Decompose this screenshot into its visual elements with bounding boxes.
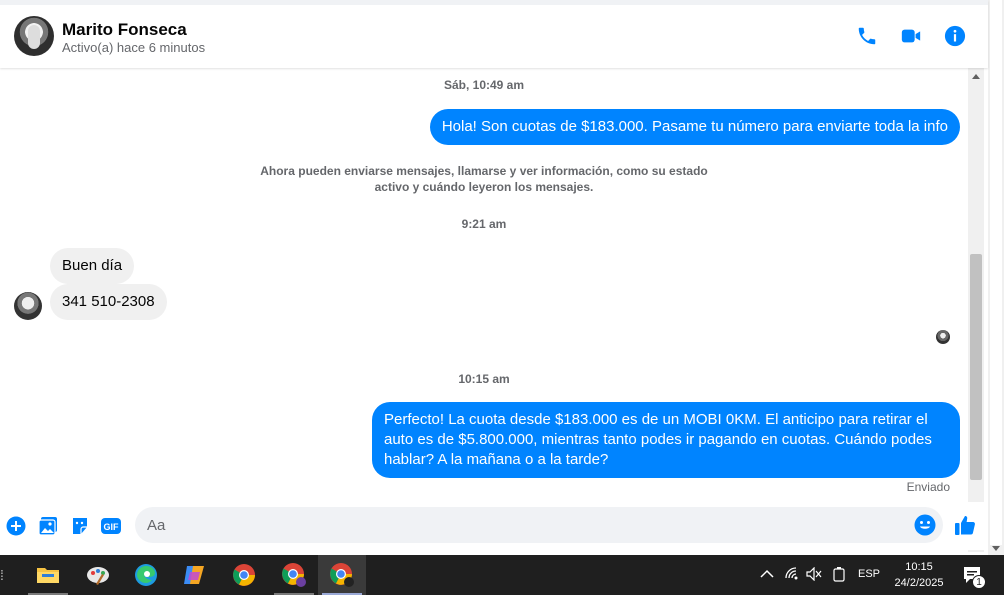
notification-count-badge: 1 <box>972 575 986 589</box>
info-icon[interactable] <box>944 25 966 47</box>
chrome-icon <box>233 564 255 586</box>
language-indicator[interactable]: ESP <box>858 568 880 580</box>
clock-date: 24/2/2025 <box>894 577 944 589</box>
timestamp: 10:15 am <box>458 372 510 386</box>
contact-name[interactable]: Marito Fonseca <box>62 20 187 40</box>
message-bubble-outgoing[interactable]: Perfecto! La cuota desde $183.000 es de … <box>372 402 960 478</box>
window-scrollbar-thumb[interactable] <box>990 0 1002 545</box>
contact-avatar[interactable] <box>14 16 54 56</box>
chrome-active-icon <box>330 563 354 587</box>
show-hidden-icons-chevron-icon[interactable] <box>760 569 774 579</box>
folder-icon <box>37 568 59 583</box>
taskbar-paint[interactable] <box>74 555 122 595</box>
volume-muted-icon[interactable] <box>806 567 822 581</box>
messenger-window: Marito Fonseca Activo(a) hace 6 minutos … <box>0 0 1004 595</box>
taskbar-chrome[interactable] <box>220 555 268 595</box>
sticker-icon[interactable] <box>70 516 90 536</box>
task-view-icon[interactable]: ⁞ <box>0 567 4 583</box>
taskbar-file-explorer[interactable] <box>24 555 72 595</box>
edge-browser-icon <box>135 564 157 586</box>
scroll-up-arrow-icon[interactable] <box>972 74 980 79</box>
video-call-icon[interactable] <box>900 25 922 47</box>
clock-time: 10:15 <box>905 561 933 573</box>
wifi-icon[interactable] <box>784 566 800 582</box>
message-bubble-incoming[interactable]: 341 510-2308 <box>50 284 167 320</box>
phone-call-icon[interactable] <box>856 25 878 47</box>
conversation-header: Marito Fonseca Activo(a) hace 6 minutos <box>0 0 988 68</box>
windows-taskbar: ⁞ ESP 10:15 24/2/2025 1 <box>0 555 1004 595</box>
taskbar-edge[interactable] <box>122 555 170 595</box>
emoji-icon[interactable] <box>914 514 936 536</box>
system-clock[interactable]: 10:15 24/2/2025 <box>880 559 958 591</box>
message-input[interactable] <box>135 507 943 543</box>
delivery-status: Enviado <box>906 480 950 494</box>
window-scrollbar[interactable] <box>988 0 1004 555</box>
message-bubble-outgoing[interactable]: Hola! Son cuotas de $183.000. Pasame tu … <box>429 109 960 145</box>
photo-icon[interactable] <box>38 516 58 536</box>
message-composer: GIF <box>0 502 988 550</box>
thread-scrollbar[interactable] <box>968 68 984 552</box>
contact-avatar-small <box>14 292 42 320</box>
chrome-profile-icon <box>282 563 306 587</box>
like-icon[interactable] <box>954 514 976 536</box>
taskbar-chrome-profile[interactable] <box>270 555 318 595</box>
add-icon[interactable] <box>6 516 26 536</box>
svg-text:GIF: GIF <box>104 522 120 532</box>
message-bubble-incoming[interactable]: Buen día <box>50 248 135 284</box>
palette-icon <box>87 567 109 585</box>
timestamp: Sáb, 10:49 am <box>443 78 525 92</box>
gif-icon[interactable]: GIF <box>101 516 121 536</box>
battery-icon[interactable] <box>832 566 846 582</box>
copilot-icon <box>184 566 204 584</box>
contact-status: Activo(a) hace 6 minutos <box>62 40 206 55</box>
timestamp: 9:21 am <box>461 217 507 231</box>
taskbar-chrome-active[interactable] <box>318 555 366 595</box>
system-notice: Ahora pueden enviarse mensajes, llamarse… <box>260 164 708 194</box>
taskbar-copilot[interactable] <box>170 555 218 595</box>
scroll-down-arrow-icon[interactable] <box>992 546 1000 551</box>
read-receipt-avatar <box>936 330 950 344</box>
message-thread[interactable]: Sáb, 10:49 am Hola! Son cuotas de $183.0… <box>0 68 968 500</box>
scrollbar-thumb[interactable] <box>970 254 982 480</box>
